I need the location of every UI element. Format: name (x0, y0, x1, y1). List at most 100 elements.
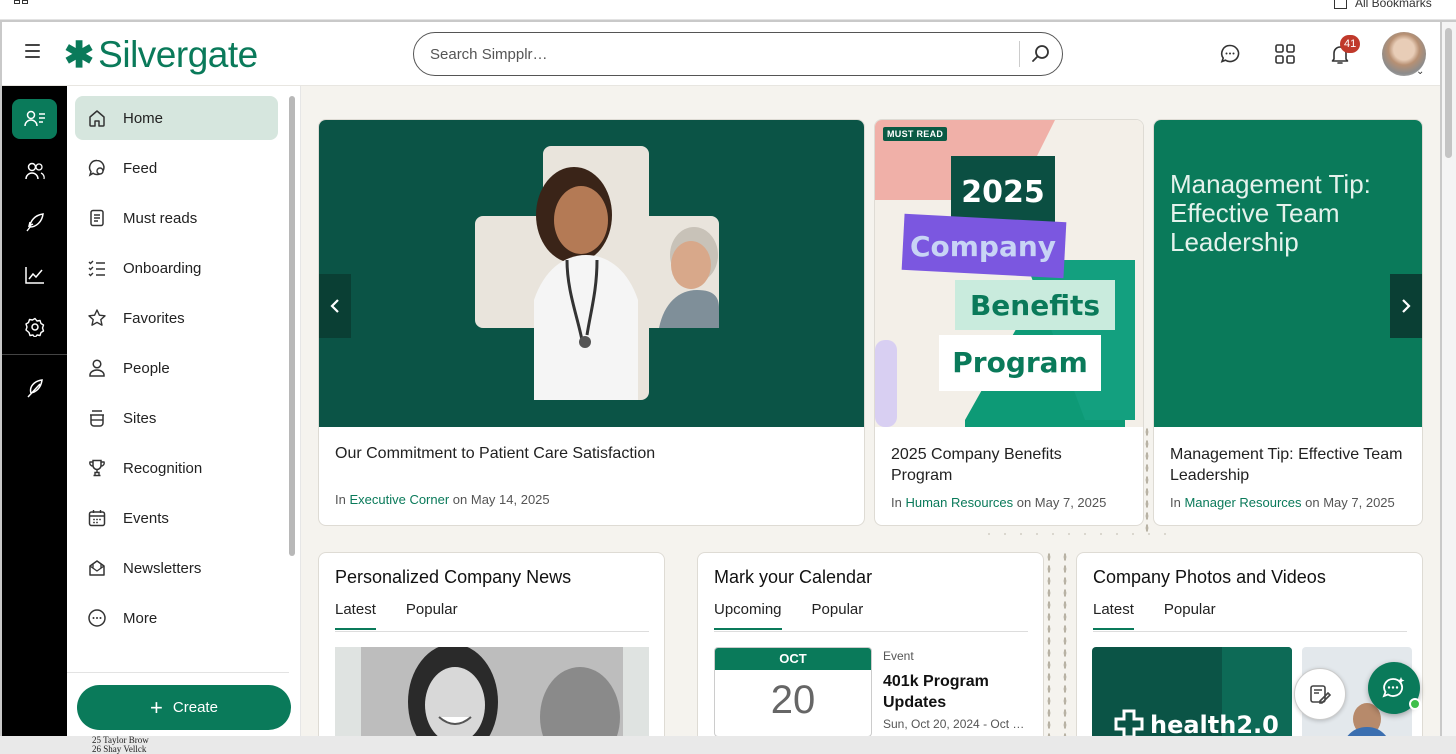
sidebar-item-recognition[interactable]: Recognition (75, 446, 278, 490)
decorative-dots (1145, 426, 1149, 536)
app-window: ✱ Silvergate 41 ⌄ (2, 22, 1440, 736)
apps-grid-icon[interactable] (1273, 42, 1297, 66)
search-divider (1019, 41, 1020, 67)
decorative-dots (1063, 551, 1067, 736)
folder-icon (1334, 0, 1347, 9)
event-type: Event (883, 649, 914, 663)
search-icon[interactable] (1030, 43, 1052, 65)
onboarding-icon (87, 258, 107, 278)
news-thumbnail[interactable] (335, 647, 649, 736)
rail-divider (2, 354, 67, 355)
all-bookmarks-button[interactable]: All Bookmarks (1334, 0, 1432, 10)
image-word-2025: 2025 (961, 175, 1045, 210)
feed-icon (87, 158, 107, 178)
widget-title: Company Photos and Videos (1093, 567, 1326, 587)
carousel-next-button[interactable] (1390, 274, 1422, 338)
featured-card-patient-care[interactable]: Our Commitment to Patient Care Satisfact… (318, 119, 865, 526)
rocket-icon (26, 213, 44, 232)
decorative-dots (981, 532, 1171, 536)
widget-tabs: Latest Popular (335, 601, 488, 630)
sidebar-item-more[interactable]: More (75, 596, 278, 640)
sidebar-item-newsletters[interactable]: Newsletters (75, 546, 278, 590)
event-day: 20 (770, 678, 816, 722)
image-word-program: Program (952, 346, 1088, 379)
sidebar-item-must-reads[interactable]: Must reads (75, 196, 278, 240)
card-meta: In Human Resources on May 7, 2025 (891, 495, 1107, 510)
more-icon (87, 608, 107, 628)
tab-latest[interactable]: Latest (1093, 601, 1134, 630)
sidebar-divider (67, 672, 289, 673)
must-reads-icon (87, 208, 107, 228)
calendar-icon (87, 508, 107, 528)
widget-company-news: Personalized Company News Latest Popular (318, 552, 665, 736)
sidebar-item-home[interactable]: Home (75, 96, 278, 140)
sidebar-item-feed[interactable]: Feed (75, 146, 278, 190)
widget-tabs: Upcoming Popular (714, 601, 893, 630)
widget-title: Mark your Calendar (714, 567, 873, 587)
rail-launch[interactable] (12, 203, 57, 243)
chart-icon (25, 267, 44, 284)
sidebar-item-sites[interactable]: Sites (75, 396, 278, 440)
sites-icon (87, 408, 107, 428)
card-title[interactable]: 2025 Company Benefits Program (891, 444, 1121, 486)
ai-chat-icon (1382, 677, 1405, 698)
hamburger-icon[interactable] (25, 44, 40, 58)
site-link[interactable]: Manager Resources (1184, 495, 1301, 510)
logo-mark-icon: ✱ (64, 34, 95, 75)
card-title[interactable]: Our Commitment to Patient Care Satisfact… (335, 443, 835, 464)
rail-home[interactable] (12, 99, 57, 139)
media-thumbnail-health[interactable]: health2.0 (1092, 647, 1292, 736)
sidebar-item-people[interactable]: People (75, 346, 278, 390)
featured-card-benefits[interactable]: 2025 Company Benefits Program MUST READ … (874, 119, 1144, 526)
event-date: Sun, Oct 20, 2024 - Oct … (883, 717, 1025, 731)
event-date-tile[interactable]: OCT 20 (714, 647, 872, 736)
benefits-image: 2025 Company Benefits Program (875, 120, 1143, 427)
tab-latest[interactable]: Latest (335, 601, 376, 630)
search-bar (413, 32, 1063, 76)
site-link[interactable]: Executive Corner (349, 492, 449, 507)
management-image: Management Tip: Effective Team Leadershi… (1154, 120, 1422, 427)
sidebar-scrollbar[interactable] (289, 96, 295, 556)
tab-upcoming[interactable]: Upcoming (714, 601, 782, 630)
chevron-down-icon[interactable]: ⌄ (1416, 66, 1424, 77)
tab-underline (1093, 631, 1407, 632)
search-input[interactable] (430, 43, 1010, 65)
top-header: ✱ Silvergate 41 ⌄ (2, 22, 1440, 86)
feather-icon (27, 379, 43, 398)
card-meta: In Executive Corner on May 14, 2025 (335, 492, 550, 507)
online-status-dot (1409, 698, 1421, 710)
create-button[interactable]: + Create (77, 685, 291, 730)
sidebar-item-events[interactable]: Events (75, 496, 278, 540)
chevron-left-icon (330, 299, 339, 313)
tab-popular[interactable]: Popular (1164, 601, 1216, 630)
event-month: OCT (715, 648, 871, 670)
tab-popular[interactable]: Popular (812, 601, 864, 630)
assistant-floating-button[interactable] (1368, 662, 1421, 714)
edit-floating-button[interactable] (1294, 668, 1346, 720)
rail-analytics[interactable] (12, 255, 57, 295)
tab-underline (714, 631, 1028, 632)
tab-popular[interactable]: Popular (406, 601, 458, 630)
plus-icon: + (150, 694, 163, 720)
rail-settings[interactable] (12, 307, 57, 347)
featured-card-management-tip[interactable]: Management Tip: Effective Team Leadershi… (1153, 119, 1423, 526)
sidebar-item-onboarding[interactable]: Onboarding (75, 246, 278, 290)
hero-image (319, 120, 864, 427)
chat-icon[interactable] (1218, 42, 1242, 66)
card-meta: In Manager Resources on May 7, 2025 (1170, 495, 1395, 510)
rail-people[interactable] (12, 151, 57, 191)
newsletter-icon (87, 558, 107, 578)
app-rail (2, 86, 67, 736)
cross-icon (1114, 709, 1144, 736)
site-link[interactable]: Human Resources (905, 495, 1013, 510)
sidebar-item-favorites[interactable]: Favorites (75, 296, 278, 340)
image-text: Management Tip: Effective Team Leadershi… (1170, 169, 1371, 257)
logo[interactable]: ✱ Silvergate (64, 34, 258, 76)
apps-icon[interactable] (14, 0, 30, 10)
page-scrollbar[interactable] (1442, 22, 1456, 736)
event-title[interactable]: 401k Program Updates (883, 671, 1043, 713)
people-icon (25, 162, 45, 180)
carousel-prev-button[interactable] (319, 274, 351, 338)
card-title[interactable]: Management Tip: Effective Team Leadershi… (1170, 444, 1415, 486)
rail-feather[interactable] (12, 368, 57, 408)
